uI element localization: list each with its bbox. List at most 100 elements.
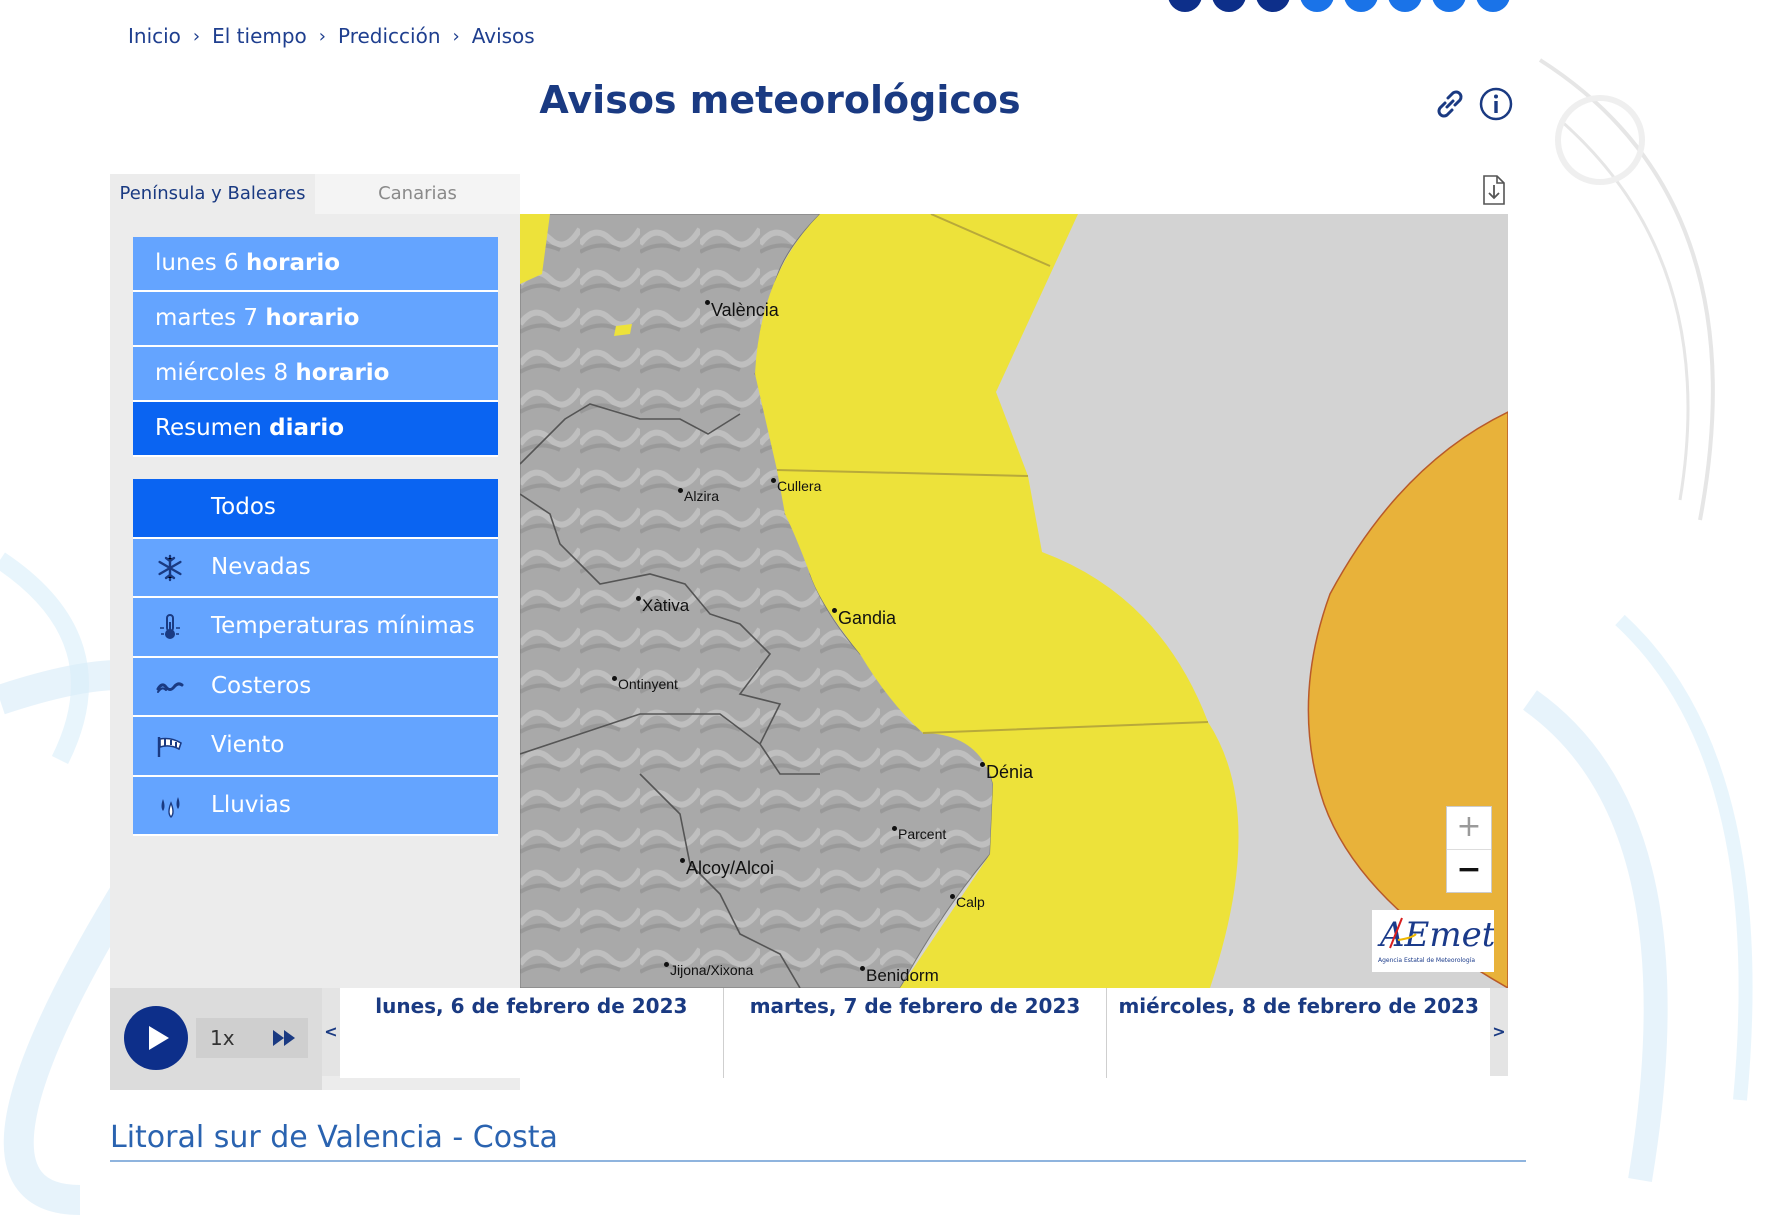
animation-player: 1x [110,988,322,1090]
city-dot [980,762,985,767]
social-icon[interactable] [1256,0,1290,12]
city-parcent[interactable]: Parcent [892,826,947,842]
type-button-nevadas[interactable]: Nevadas [133,538,498,598]
city-cullera[interactable]: Cullera [771,478,822,494]
social-icon[interactable] [1212,0,1246,12]
city-dot [678,488,683,493]
warning-map[interactable]: València Alzira Cullera Xàtiva Gandia On… [520,214,1508,988]
city-dot [950,894,955,899]
social-icon[interactable] [1476,0,1510,12]
breadcrumb-separator: › [192,25,201,47]
warning-type-selector: Todos Nevadas Temperaturas mínimas Coste… [133,479,498,836]
thermometer-icon [160,614,180,639]
breadcrumb: Inicio › El tiempo › Predicción › Avisos [128,24,535,48]
timeline-next-button[interactable]: > [1490,988,1508,1076]
city-dot [612,676,617,681]
city-denia[interactable]: Dénia [980,762,1033,783]
tab-peninsula-baleares[interactable]: Península y Baleares [110,174,315,214]
type-button-viento[interactable]: Viento [133,717,498,777]
social-icon[interactable] [1300,0,1334,12]
breadcrumb-prediccion[interactable]: Predicción [338,24,441,48]
play-button[interactable] [124,1006,188,1070]
city-alzira[interactable]: Alzira [678,488,719,504]
speed-control[interactable]: 1x [196,1018,308,1058]
social-icon[interactable] [1344,0,1378,12]
type-label: Lluvias [211,791,291,818]
day-mode-label: horario [295,360,390,386]
type-button-costeros[interactable]: Costeros [133,657,498,717]
page-title: Avisos meteorológicos [539,78,1021,122]
city-valencia[interactable]: València [705,300,779,321]
link-icon[interactable] [1432,86,1468,122]
city-dot [832,608,837,613]
type-button-temperaturas-minimas[interactable]: Temperaturas mínimas [133,598,498,658]
city-alcoy[interactable]: Alcoy/Alcoi [680,858,775,879]
waves-icon [156,681,184,693]
snowflake-icon [158,554,182,581]
city-dot [771,478,776,483]
zone-divider [110,1160,1526,1162]
city-dot [705,300,710,305]
city-dot [664,962,669,967]
social-icons [1168,0,1510,12]
city-label: Xàtiva [642,596,690,615]
aemet-logo: AEmet Agencia Estatal de Meteorología [1372,910,1494,972]
city-label: Parcent [898,826,947,842]
city-gandia[interactable]: Gandia [832,608,897,629]
day-button-resumen[interactable]: Resumen diario [133,402,498,457]
breadcrumb-separator: › [452,25,460,47]
day-selector: lunes 6 horario martes 7 horario miércol… [133,237,498,457]
type-button-lluvias[interactable]: Lluvias [133,776,498,836]
type-label: Temperaturas mínimas [211,613,475,639]
city-xativa[interactable]: Xàtiva [636,596,690,616]
speed-label: 1x [210,1026,235,1050]
city-label: Alcoy/Alcoi [686,858,775,878]
city-dot [636,596,641,601]
logo-subtext: Agencia Estatal de Meteorología [1378,957,1475,964]
breadcrumb-el-tiempo[interactable]: El tiempo [212,24,307,48]
timeline-day-lunes[interactable]: lunes, 6 de febrero de 2023 [340,988,723,1078]
social-icon[interactable] [1168,0,1202,12]
city-calp[interactable]: Calp [950,894,985,910]
social-icon[interactable] [1432,0,1466,12]
type-label: Viento [211,732,285,758]
timeline-day-miercoles[interactable]: miércoles, 8 de febrero de 2023 [1106,988,1490,1078]
zoom-out-button[interactable]: − [1447,850,1491,892]
timeline-prev-button[interactable]: < [322,988,340,1076]
day-button-martes[interactable]: martes 7 horario [133,292,498,347]
download-icon[interactable] [1482,174,1506,206]
city-ontinyent[interactable]: Ontinyent [612,676,678,692]
zoom-control: + − [1446,806,1492,893]
day-label: miércoles 8 [155,360,289,386]
info-icon[interactable] [1478,86,1514,122]
day-button-miercoles[interactable]: miércoles 8 horario [133,347,498,402]
type-button-todos[interactable]: Todos [133,479,498,539]
type-label: Todos [211,494,276,520]
day-mode-label: diario [269,415,345,441]
city-benidorm[interactable]: Benidorm [860,966,939,986]
wind-icon [157,737,182,757]
social-icon[interactable] [1388,0,1422,12]
city-label: Calp [956,894,985,910]
fast-forward-icon[interactable] [272,1028,296,1048]
type-label: Costeros [211,672,312,699]
timeline-day-martes[interactable]: martes, 7 de febrero de 2023 [722,988,1107,1078]
region-tabs: Península y Baleares Canarias [110,174,520,214]
city-jijona[interactable]: Jijona/Xixona [664,962,754,978]
city-label: Gandia [838,608,897,628]
play-icon [149,1026,169,1050]
day-button-lunes[interactable]: lunes 6 horario [133,237,498,292]
city-label: Jijona/Xixona [670,962,754,978]
zoom-in-button[interactable]: + [1447,807,1491,850]
breadcrumb-avisos[interactable]: Avisos [472,24,535,48]
type-label: Nevadas [211,553,311,580]
city-label: València [711,300,779,320]
tab-canarias[interactable]: Canarias [315,174,520,214]
city-label: Ontinyent [618,676,678,692]
breadcrumb-inicio[interactable]: Inicio [128,24,181,48]
city-dot [860,966,865,971]
timeline: lunes, 6 de febrero de 2023 martes, 7 de… [340,988,1490,1078]
city-label: Cullera [777,478,822,494]
breadcrumb-separator: › [318,25,326,47]
zone-title: Litoral sur de Valencia - Costa [110,1120,558,1155]
